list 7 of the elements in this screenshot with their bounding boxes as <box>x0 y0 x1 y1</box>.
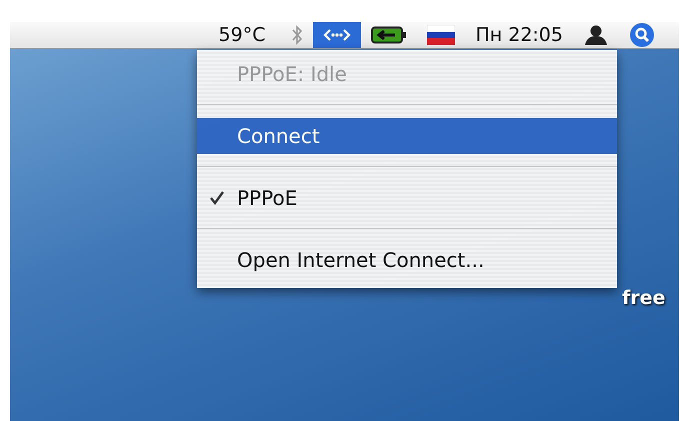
menu-item[interactable]: PPPoE <box>197 180 617 216</box>
menu-item[interactable]: Open Internet Connect... <box>197 242 617 278</box>
menu-bar-text[interactable]: 59°C <box>208 22 276 48</box>
menu-item[interactable]: Connect <box>197 118 617 154</box>
disk-label: free <box>622 287 666 309</box>
menu-bar-text[interactable]: Пн 22:05 <box>465 22 573 48</box>
network-icon[interactable] <box>313 22 362 48</box>
